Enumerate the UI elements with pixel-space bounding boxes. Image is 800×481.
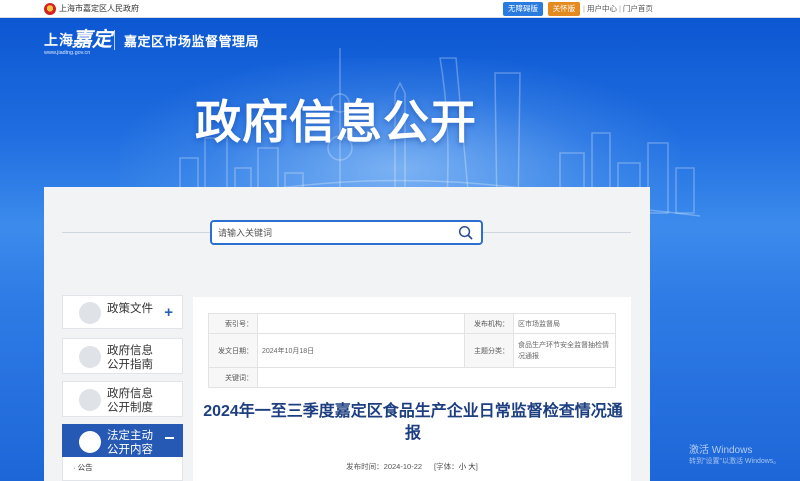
logo-city: 上海 [44, 32, 74, 48]
search-divider-right [483, 232, 631, 233]
sidebar-sub-item[interactable]: · 公告 [73, 462, 93, 473]
article-title: 2024年一至三季度嘉定区食品生产企业日常监督检查情况通报 [203, 403, 623, 442]
date-value: 2024年10月18日 [257, 333, 465, 368]
search-divider-left [62, 232, 210, 233]
sidebar-item-label: 政策文件 [107, 303, 153, 315]
guide-icon [79, 346, 101, 368]
gov-name-link[interactable]: 上海市嘉定区人民政府 [59, 3, 139, 15]
logo-divider [114, 30, 115, 50]
logo-url: www.jiading.gov.cn [44, 50, 91, 56]
user-center-link[interactable]: 用户中心 [587, 4, 617, 13]
publisher-label: 发布机构： [464, 313, 514, 334]
font-size-close: ] [475, 462, 478, 471]
publish-time: 发布时间：2024-10-22 [346, 462, 423, 471]
document-icon [79, 302, 101, 324]
sidebar-item-guide[interactable]: 政府信息公开指南 [62, 338, 183, 374]
accessible-version-button[interactable]: 无障碍版 [503, 2, 543, 16]
national-emblem-icon [44, 3, 56, 15]
keyword-value [257, 367, 616, 388]
sidebar-item-label: 政府信息公开制度 [107, 388, 153, 414]
rules-icon [79, 389, 101, 411]
bureau-name[interactable]: 嘉定区市场监督管理局 [124, 31, 259, 50]
sidebar-item-label: 法定主动公开内容 [107, 430, 153, 456]
logo-script: 嘉定 [72, 27, 112, 51]
portal-home-link[interactable]: 门户首页 [623, 4, 653, 13]
sidebar-sub-list: · 公告 [62, 457, 183, 481]
top-bar: 上海市嘉定区人民政府 无障碍版 关怀版 | 用户中心 | 门户首页 [0, 0, 800, 18]
category-label: 主题分类： [464, 333, 514, 368]
hero-title: 政府信息公开 [195, 95, 477, 149]
search-icon[interactable] [458, 225, 473, 240]
sidebar-item-rules[interactable]: 政府信息公开制度 [62, 381, 183, 417]
publisher-value: 区市场监督局 [513, 313, 616, 334]
font-small-button[interactable]: 小 [459, 462, 467, 471]
list-icon [79, 431, 101, 453]
search-box [210, 220, 483, 245]
search-input[interactable] [218, 224, 448, 241]
activation-watermark-subtitle: 转到"设置"以激活 Windows。 [689, 458, 781, 465]
main-card: 政策文件 + 政府信息公开指南 政府信息公开制度 法定主动公开内容 · 公告 索… [44, 187, 650, 481]
sidebar-item-policy[interactable]: 政策文件 + [62, 295, 183, 329]
keyword-label: 关键词： [208, 367, 258, 388]
font-size-label: [字体： [434, 462, 459, 471]
article-meta: 发布时间：2024-10-22 [字体：小 大] [193, 461, 631, 472]
content-panel: 索引号： 发布机构： 区市场监督局 发文日期： 2024年10月18日 主题分类… [193, 297, 631, 481]
index-label: 索引号： [208, 313, 258, 334]
index-value [257, 313, 465, 334]
font-large-button[interactable]: 大 [468, 462, 476, 471]
top-links: | 用户中心 | 门户首页 [583, 4, 653, 13]
info-table: 索引号： 发布机构： 区市场监督局 发文日期： 2024年10月18日 主题分类… [208, 313, 616, 388]
sidebar-item-statutory[interactable]: 法定主动公开内容 [62, 424, 183, 458]
activation-watermark-title: 激活 Windows [689, 445, 753, 456]
date-label: 发文日期： [208, 333, 258, 368]
sidebar-item-label: 政府信息公开指南 [107, 345, 153, 371]
category-value: 食品生产环节安全监督抽检情况通报 [513, 333, 616, 368]
plus-icon[interactable]: + [164, 304, 173, 321]
care-version-button[interactable]: 关怀版 [548, 2, 580, 16]
minus-icon[interactable] [165, 437, 174, 439]
